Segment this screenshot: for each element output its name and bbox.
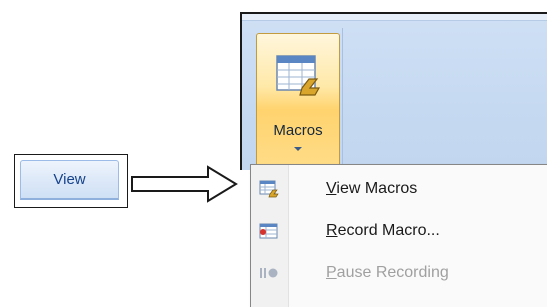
macros-button-label: Macros: [273, 122, 323, 139]
macros-menu: View Macros Record Macro... Pause Record…: [250, 164, 547, 307]
ribbon-panel: Macros: [240, 12, 547, 173]
arrow-right-icon: [131, 165, 238, 203]
group-divider: [342, 28, 343, 168]
menu-item-label: View Macros: [326, 180, 418, 197]
pause-recording-icon: [260, 268, 278, 278]
menu-item-label: Record Macro...: [326, 222, 440, 239]
menu-item-pause-recording[interactable]: Pause Recording: [251, 253, 547, 293]
record-macro-icon: [259, 223, 278, 239]
ribbon-top-strip: [242, 14, 547, 21]
menu-item-record-macro[interactable]: Record Macro...: [251, 211, 547, 251]
view-macros-icon: [259, 180, 279, 198]
menu-item-label: Pause Recording: [326, 264, 449, 281]
macros-icon: [276, 55, 321, 96]
chevron-down-icon: [294, 147, 302, 151]
menu-item-view-macros[interactable]: View Macros: [251, 169, 547, 209]
view-tab-label: View: [53, 171, 86, 188]
macros-button[interactable]: Macros: [256, 33, 340, 173]
view-tab[interactable]: View: [20, 160, 119, 200]
view-tab-callout: View: [14, 154, 128, 208]
